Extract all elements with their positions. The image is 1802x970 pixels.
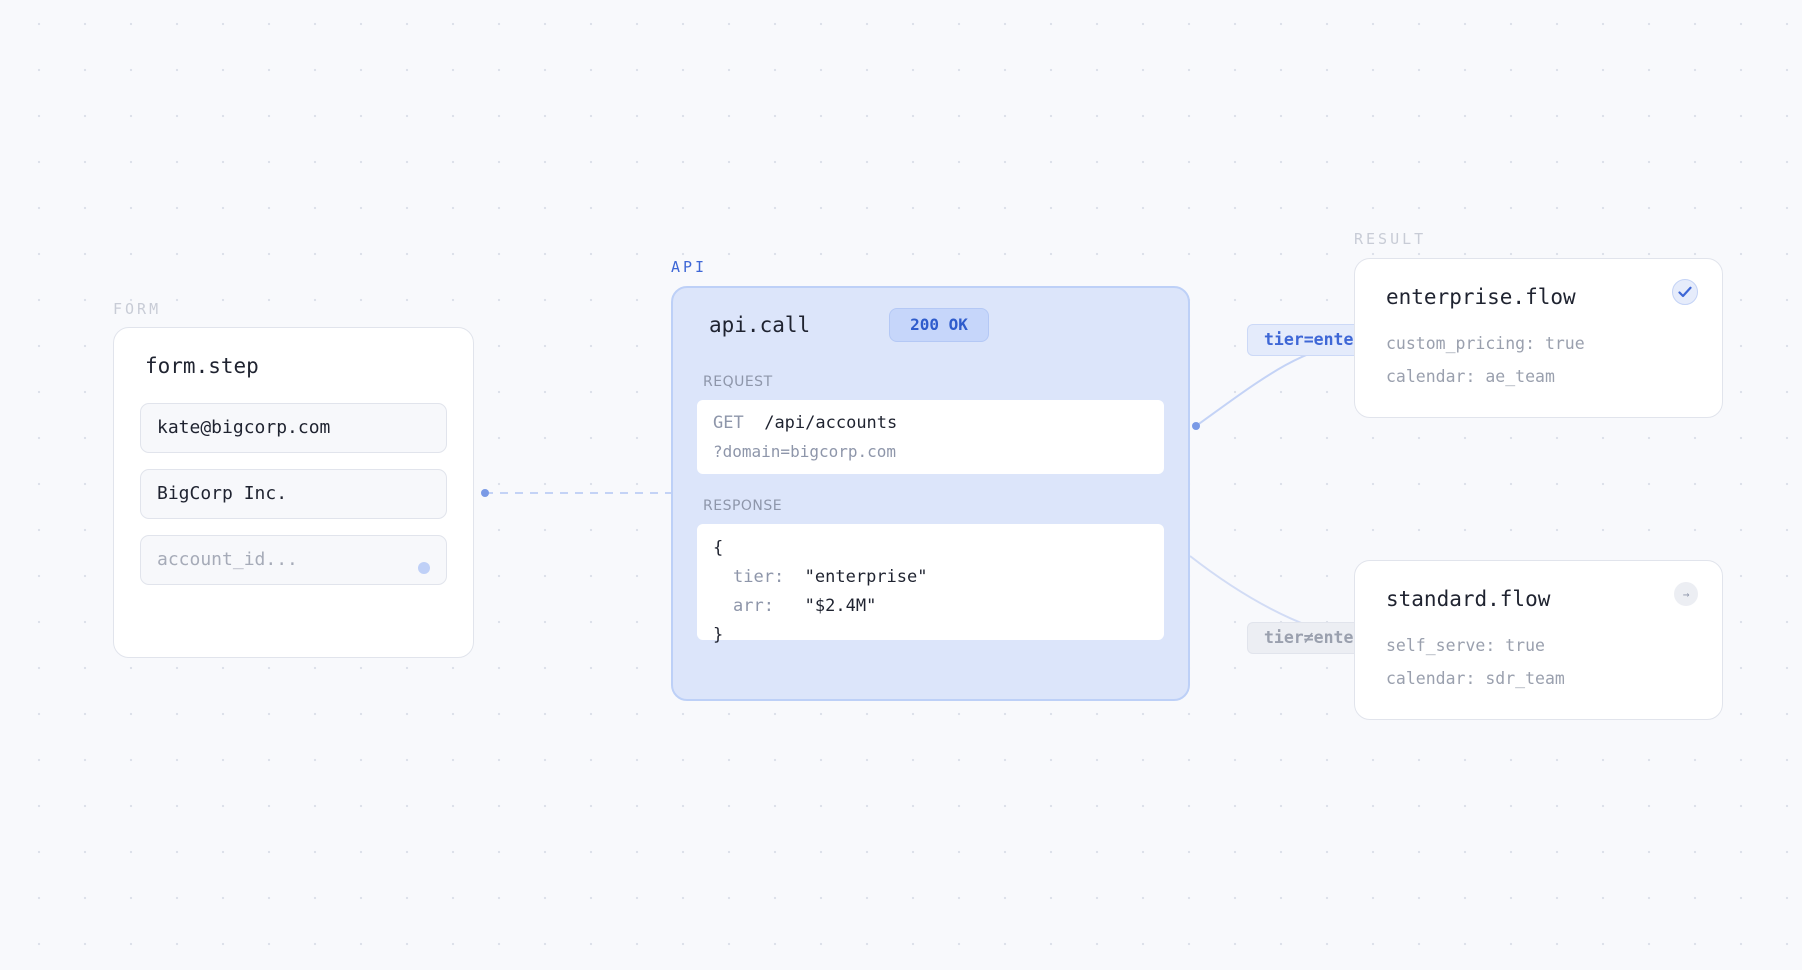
edge-label-not-enterprise[interactable]: tier≠enterprise — [1247, 622, 1354, 654]
response-field-arr: arr: "$2.4M" — [733, 596, 876, 616]
request-path: /api/accounts — [764, 413, 898, 433]
response-label: RESPONSE — [703, 498, 783, 514]
request-line: GET /api/accounts — [713, 413, 897, 433]
enterprise-flow-title: enterprise.flow — [1386, 285, 1576, 309]
response-field-tier: tier: "enterprise" — [733, 567, 928, 587]
api-call-title: api.call — [709, 313, 811, 337]
response-open-brace: { — [713, 538, 724, 558]
enterprise-prop: custom_pricing: true — [1386, 334, 1585, 353]
response-key: tier: — [733, 567, 785, 587]
request-method: GET — [713, 413, 744, 433]
section-label-api: API — [671, 258, 708, 276]
check-icon — [1672, 279, 1698, 305]
account-id-field[interactable]: account_id... — [140, 535, 447, 585]
response-box: { tier: "enterprise" arr: "$2.4M" — [697, 524, 1164, 640]
section-label-form: FORM — [113, 300, 162, 318]
response-close-brace: } — [713, 625, 724, 645]
email-field[interactable]: kate@bigcorp.com — [140, 403, 447, 453]
section-label-result: RESULT — [1354, 230, 1427, 248]
standard-prop: calendar: sdr_team — [1386, 669, 1565, 688]
request-label: REQUEST — [703, 374, 773, 390]
form-step-title: form.step — [145, 354, 259, 378]
pending-indicator-icon — [418, 562, 430, 574]
form-step-node[interactable]: form.step kate@bigcorp.com BigCorp Inc. … — [113, 327, 474, 658]
response-value: "$2.4M" — [804, 596, 877, 616]
standard-flow-title: standard.flow — [1386, 587, 1551, 611]
api-call-node[interactable]: api.call 200 OK REQUEST GET /api/account… — [671, 286, 1190, 701]
arrow-right-icon: → — [1674, 582, 1698, 606]
edge-port-form-out — [481, 489, 489, 497]
account-id-placeholder: account_id... — [157, 549, 298, 570]
enterprise-flow-node[interactable]: enterprise.flow custom_pricing: true cal… — [1354, 258, 1723, 418]
standard-flow-node[interactable]: standard.flow → self_serve: true calenda… — [1354, 560, 1723, 720]
request-box: GET /api/accounts ?domain=bigcorp.com — [697, 400, 1164, 474]
status-badge: 200 OK — [889, 308, 989, 342]
standard-prop: self_serve: true — [1386, 636, 1545, 655]
response-key: arr: — [733, 596, 774, 616]
request-query: ?domain=bigcorp.com — [713, 442, 897, 461]
response-value: "enterprise" — [804, 567, 928, 587]
enterprise-prop: calendar: ae_team — [1386, 367, 1555, 386]
edge-label-enterprise[interactable]: tier=enterprise — [1247, 324, 1354, 356]
edge-port-api-out — [1192, 422, 1200, 430]
company-field[interactable]: BigCorp Inc. — [140, 469, 447, 519]
